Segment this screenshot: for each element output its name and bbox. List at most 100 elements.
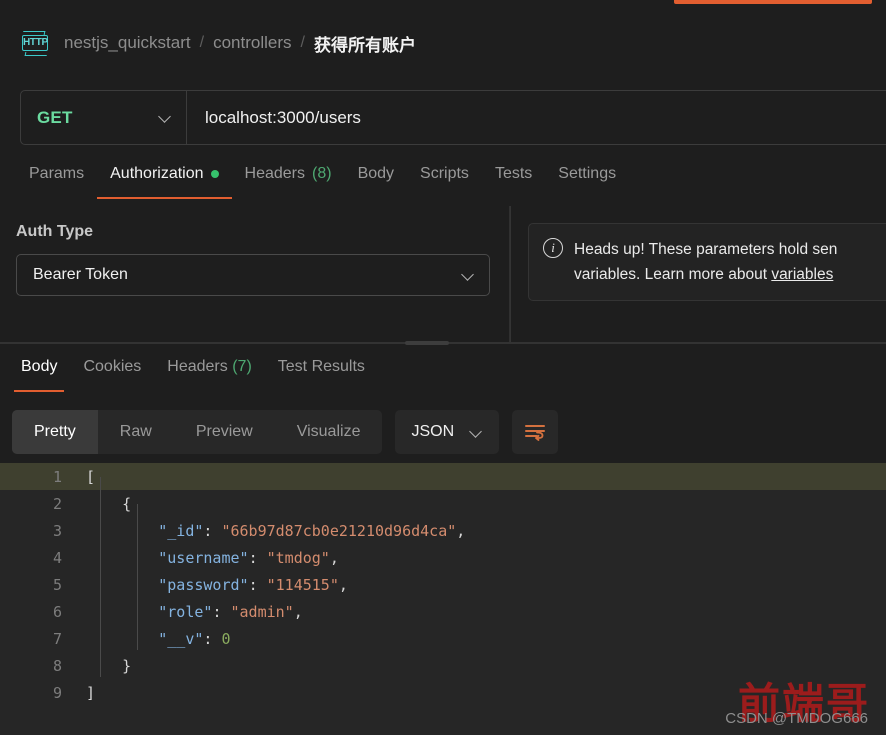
response-tab-cookies[interactable]: Cookies <box>70 352 154 392</box>
code-line: 4 "username": "tmdog", <box>0 544 886 571</box>
code-text: [ <box>72 468 886 486</box>
code-line: 5 "password": "114515", <box>0 571 886 598</box>
code-line: 9] <box>0 679 886 706</box>
code-text: { <box>72 495 886 513</box>
tab-settings-label: Settings <box>558 165 617 182</box>
view-mode-visualize[interactable]: Visualize <box>275 410 383 454</box>
code-text: "username": "tmdog", <box>72 549 886 567</box>
tab-headers-label: Headers <box>244 165 305 182</box>
response-body-editor[interactable]: 1[2 {3 "_id": "66b97d87cb0e21210d96d4ca"… <box>0 463 886 735</box>
line-number: 2 <box>52 494 62 513</box>
request-tabs: Params Authorization Headers (8) Body Sc… <box>0 162 886 204</box>
tab-params-label: Params <box>29 165 85 182</box>
view-mode-raw[interactable]: Raw <box>98 410 174 454</box>
http-method-select[interactable]: GET <box>21 91 187 144</box>
panel-split-handle[interactable] <box>405 341 449 345</box>
tab-authorization[interactable]: Authorization <box>97 162 232 199</box>
code-token: ] <box>86 683 96 702</box>
panel-split-divider[interactable] <box>0 341 886 345</box>
auth-type-label: Auth Type <box>16 223 94 240</box>
response-tab-headers-label: Headers <box>167 358 228 375</box>
info-banner-variables-link[interactable]: variables <box>771 266 833 283</box>
request-panel: Auth Type Bearer Token i Heads up! These… <box>0 206 886 342</box>
code-token: "password" <box>158 575 249 594</box>
word-wrap-button[interactable] <box>512 410 559 454</box>
line-number: 9 <box>52 683 62 702</box>
breadcrumb: HTTP nestjs_quickstart / controllers / 获… <box>0 20 886 66</box>
code-token: , <box>329 548 339 567</box>
breadcrumb-workspace[interactable]: nestjs_quickstart <box>64 33 191 53</box>
code-token: : <box>248 575 267 594</box>
code-token: : <box>248 548 267 567</box>
code-token: [ <box>86 467 96 486</box>
auth-type-select[interactable]: Bearer Token <box>16 254 490 296</box>
view-mode-pretty[interactable]: Pretty <box>12 410 98 454</box>
view-mode-visualize-label: Visualize <box>296 423 361 440</box>
tab-settings[interactable]: Settings <box>545 162 629 199</box>
tab-body-label: Body <box>357 165 395 182</box>
word-wrap-icon <box>525 425 546 441</box>
info-banner-line2-prefix: variables. Learn more about <box>574 266 772 283</box>
info-banner-text: Heads up! These parameters hold sen vari… <box>574 237 837 287</box>
active-tab-indicator[interactable] <box>674 0 872 4</box>
view-mode-preview[interactable]: Preview <box>174 410 275 454</box>
line-number: 6 <box>52 602 62 621</box>
info-banner: i Heads up! These parameters hold sen va… <box>528 223 886 301</box>
code-line: 1[ <box>0 463 886 490</box>
auth-info-column: i Heads up! These parameters hold sen va… <box>510 206 886 342</box>
response-view-toolbar: Pretty Raw Preview Visualize JSON <box>12 410 559 454</box>
chevron-down-icon <box>462 269 475 282</box>
view-mode-raw-label: Raw <box>119 423 152 440</box>
code-token: 0 <box>221 629 231 648</box>
response-tab-headers-count: (7) <box>232 358 252 375</box>
line-number: 1 <box>52 467 62 486</box>
tab-authorization-label: Authorization <box>110 165 204 182</box>
tab-tests[interactable]: Tests <box>482 162 545 199</box>
tab-tests-label: Tests <box>494 165 533 182</box>
url-input[interactable]: localhost:3000/users <box>187 91 886 144</box>
indent-guide-inner <box>137 504 138 650</box>
http-method-label: GET <box>37 107 73 127</box>
chevron-down-icon <box>470 426 483 439</box>
line-number: 4 <box>52 548 62 567</box>
code-text: ] <box>72 684 886 702</box>
response-format-select[interactable]: JSON <box>395 410 500 454</box>
code-token: "114515" <box>266 575 339 594</box>
code-line: 3 "_id": "66b97d87cb0e21210d96d4ca", <box>0 517 886 544</box>
tab-scripts[interactable]: Scripts <box>407 162 482 199</box>
tab-body[interactable]: Body <box>345 162 407 199</box>
code-token: "__v" <box>158 629 204 648</box>
code-token: "admin" <box>230 602 294 621</box>
code-token: "_id" <box>158 521 204 540</box>
http-protocol-icon: HTTP <box>20 28 50 58</box>
tab-params[interactable]: Params <box>16 162 97 199</box>
info-circle-icon: i <box>543 238 563 258</box>
code-token: , <box>338 575 348 594</box>
chevron-down-icon <box>159 111 172 124</box>
response-tab-headers[interactable]: Headers (7) <box>154 352 265 392</box>
code-token: "tmdog" <box>266 548 330 567</box>
breadcrumb-current-request[interactable]: 获得所有账户 <box>314 31 416 56</box>
line-number: 8 <box>52 656 62 675</box>
tab-headers[interactable]: Headers (8) <box>232 162 345 199</box>
view-mode-pretty-label: Pretty <box>34 423 76 440</box>
auth-type-column: Auth Type Bearer Token <box>0 206 510 342</box>
code-text: "password": "114515", <box>72 576 886 594</box>
code-token: "username" <box>158 548 249 567</box>
line-number: 3 <box>52 521 62 540</box>
http-icon-arrow-bottom <box>24 52 48 56</box>
status-dot-icon <box>210 170 219 178</box>
code-line: 2 { <box>0 490 886 517</box>
request-panel-vertical-divider <box>510 206 511 342</box>
auth-type-selected-value: Bearer Token <box>33 266 128 283</box>
response-tab-body[interactable]: Body <box>8 352 70 392</box>
info-banner-line1: Heads up! These parameters hold sen <box>574 241 838 258</box>
url-bar: GET localhost:3000/users <box>20 90 886 145</box>
response-tab-body-label: Body <box>21 358 58 375</box>
breadcrumb-folder[interactable]: controllers <box>213 33 291 53</box>
line-number: 7 <box>52 629 62 648</box>
tab-scripts-label: Scripts <box>420 165 469 182</box>
indent-guide-outer <box>100 477 101 677</box>
response-format-label: JSON <box>411 423 455 440</box>
response-tab-test-results[interactable]: Test Results <box>265 352 378 392</box>
